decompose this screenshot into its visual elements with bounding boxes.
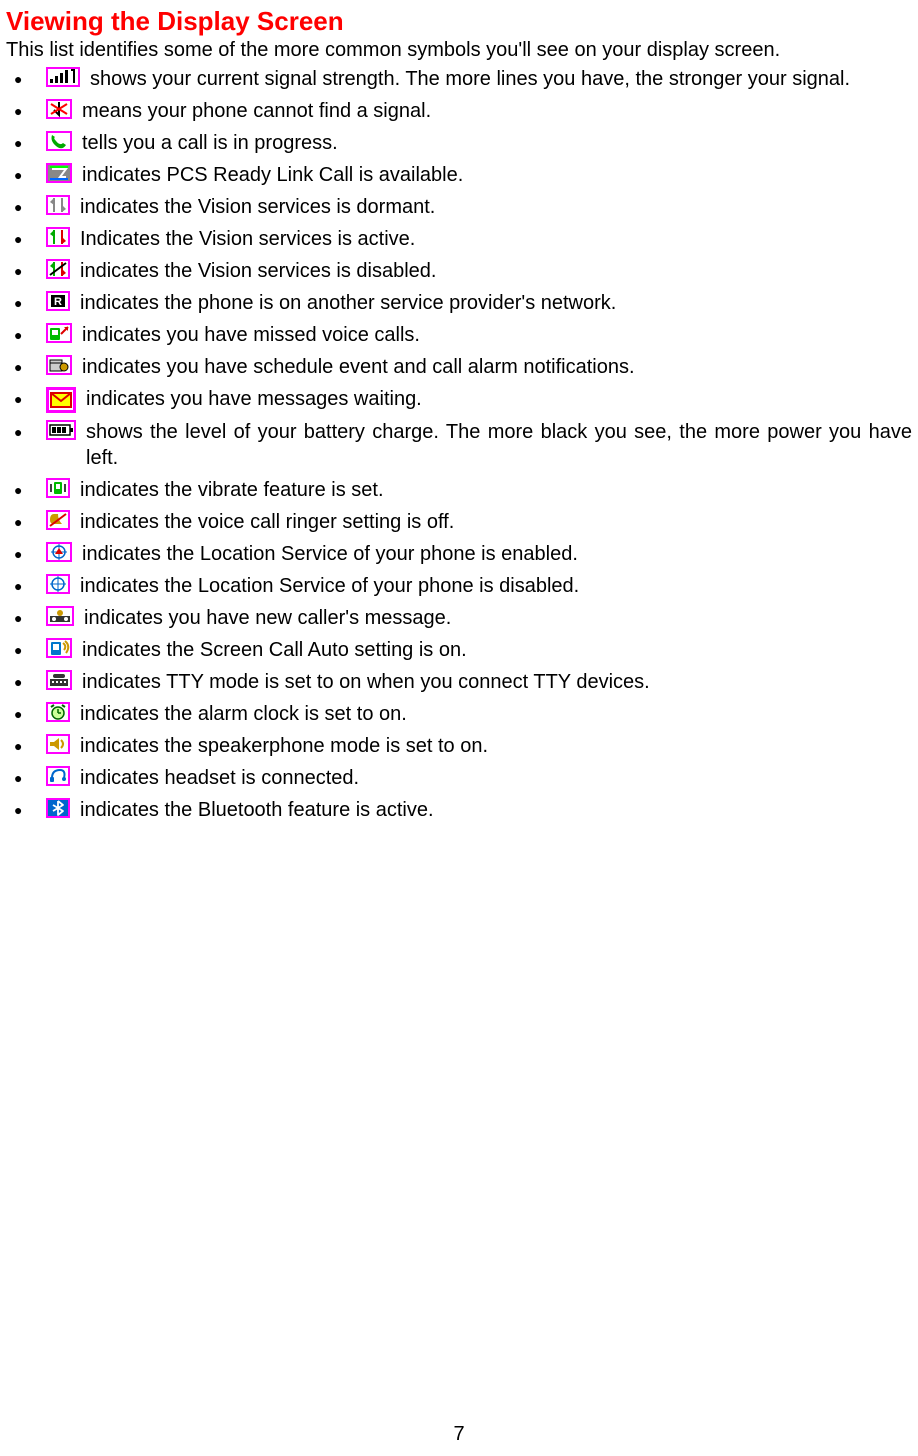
missed-call-icon bbox=[46, 323, 72, 343]
item-text: means your phone cannot find a signal. bbox=[82, 98, 912, 124]
bullet: ● bbox=[14, 194, 46, 216]
list-item: ● indicates the Location Service of your… bbox=[14, 573, 912, 599]
tty-icon bbox=[46, 670, 72, 690]
list-item: ● tells you a call is in progress. bbox=[14, 130, 912, 156]
list-item: ● indicates the Location Service of your… bbox=[14, 541, 912, 567]
bullet: ● bbox=[14, 354, 46, 376]
item-text: indicates TTY mode is set to on when you… bbox=[82, 669, 912, 695]
alarm-clock-icon bbox=[46, 702, 70, 722]
intro-text: This list identifies some of the more co… bbox=[6, 39, 912, 62]
call-in-progress-icon bbox=[46, 131, 72, 151]
bullet: ● bbox=[14, 322, 46, 344]
bullet: ● bbox=[14, 290, 46, 312]
item-text: indicates the vibrate feature is set. bbox=[80, 477, 912, 503]
battery-icon bbox=[46, 420, 76, 440]
item-text: indicates the alarm clock is set to on. bbox=[80, 701, 912, 727]
ringer-off-icon bbox=[46, 510, 70, 530]
item-text: tells you a call is in progress. bbox=[82, 130, 912, 156]
new-caller-message-icon bbox=[46, 606, 74, 626]
bullet: ● bbox=[14, 477, 46, 499]
bullet: ● bbox=[14, 765, 46, 787]
bullet: ● bbox=[14, 797, 46, 819]
schedule-alarm-icon bbox=[46, 355, 72, 375]
icon-description-list: ● shows your current signal strength. Th… bbox=[6, 66, 912, 823]
list-item: ● indicates you have messages waiting. bbox=[14, 386, 912, 413]
item-text: indicates you have new caller's message. bbox=[84, 605, 912, 631]
list-item: ● indicates you have new caller's messag… bbox=[14, 605, 912, 631]
roaming-icon: R bbox=[46, 291, 70, 311]
list-item: ● indicates the alarm clock is set to on… bbox=[14, 701, 912, 727]
item-text: indicates the Screen Call Auto setting i… bbox=[82, 637, 912, 663]
list-item: ● shows the level of your battery charge… bbox=[14, 419, 912, 471]
list-item: ● shows your current signal strength. Th… bbox=[14, 66, 912, 92]
bullet: ● bbox=[14, 98, 46, 120]
list-item: ● indicates the Vision services is disab… bbox=[14, 258, 912, 284]
bullet: ● bbox=[14, 509, 46, 531]
item-text: indicates the Bluetooth feature is activ… bbox=[80, 797, 912, 823]
item-text: indicates the voice call ringer setting … bbox=[80, 509, 912, 535]
list-item: ● R indicates the phone is on another se… bbox=[14, 290, 912, 316]
location-off-icon bbox=[46, 574, 70, 594]
item-text: indicates headset is connected. bbox=[80, 765, 912, 791]
list-item: ● indicates TTY mode is set to on when y… bbox=[14, 669, 912, 695]
no-signal-icon bbox=[46, 99, 72, 119]
bullet: ● bbox=[14, 605, 46, 627]
list-item: ● indicates the voice call ringer settin… bbox=[14, 509, 912, 535]
vision-active-icon bbox=[46, 227, 70, 247]
list-item: ● indicates the speakerphone mode is set… bbox=[14, 733, 912, 759]
item-text: indicates you have messages waiting. bbox=[86, 386, 912, 412]
list-item: ● means your phone cannot find a signal. bbox=[14, 98, 912, 124]
bluetooth-icon bbox=[46, 798, 70, 818]
item-text: indicates PCS Ready Link Call is availab… bbox=[82, 162, 912, 188]
bullet: ● bbox=[14, 637, 46, 659]
headset-icon bbox=[46, 766, 70, 786]
list-item: ● Indicates the Vision services is activ… bbox=[14, 226, 912, 252]
messages-waiting-icon bbox=[46, 387, 76, 413]
item-text: indicates the Vision services is dormant… bbox=[80, 194, 912, 220]
item-text: indicates you have schedule event and ca… bbox=[82, 354, 912, 380]
ready-link-icon bbox=[46, 163, 72, 183]
speakerphone-icon bbox=[46, 734, 70, 754]
bullet: ● bbox=[14, 419, 46, 441]
list-item: ● indicates the Bluetooth feature is act… bbox=[14, 797, 912, 823]
vision-disabled-icon bbox=[46, 259, 70, 279]
item-text: Indicates the Vision services is active. bbox=[80, 226, 912, 252]
bullet: ● bbox=[14, 669, 46, 691]
list-item: ● indicates the Screen Call Auto setting… bbox=[14, 637, 912, 663]
bullet: ● bbox=[14, 733, 46, 755]
page-title: Viewing the Display Screen bbox=[6, 6, 912, 37]
list-item: ● indicates you have schedule event and … bbox=[14, 354, 912, 380]
vibrate-icon bbox=[46, 478, 70, 498]
item-text: indicates the Location Service of your p… bbox=[80, 573, 912, 599]
item-text: indicates the Location Service of your p… bbox=[82, 541, 912, 567]
list-item: ● indicates the vibrate feature is set. bbox=[14, 477, 912, 503]
list-item: ● indicates the Vision services is dorma… bbox=[14, 194, 912, 220]
svg-text:R: R bbox=[54, 296, 62, 308]
item-text: indicates the Vision services is disable… bbox=[80, 258, 912, 284]
bullet: ● bbox=[14, 701, 46, 723]
item-text: indicates the speakerphone mode is set t… bbox=[80, 733, 912, 759]
item-text: indicates the phone is on another servic… bbox=[80, 290, 912, 316]
bullet: ● bbox=[14, 386, 46, 408]
item-text: indicates you have missed voice calls. bbox=[82, 322, 912, 348]
list-item: ● indicates headset is connected. bbox=[14, 765, 912, 791]
item-text: shows your current signal strength. The … bbox=[90, 66, 912, 92]
bullet: ● bbox=[14, 162, 46, 184]
vision-dormant-icon bbox=[46, 195, 70, 215]
bullet: ● bbox=[14, 226, 46, 248]
signal-strength-icon bbox=[46, 67, 80, 87]
location-on-icon bbox=[46, 542, 72, 562]
bullet: ● bbox=[14, 130, 46, 152]
bullet: ● bbox=[14, 541, 46, 563]
list-item: ● indicates you have missed voice calls. bbox=[14, 322, 912, 348]
bullet: ● bbox=[14, 258, 46, 280]
list-item: ● indicates PCS Ready Link Call is avail… bbox=[14, 162, 912, 188]
bullet: ● bbox=[14, 66, 46, 88]
item-text: shows the level of your battery charge. … bbox=[86, 419, 912, 471]
page-number: 7 bbox=[6, 1423, 912, 1456]
bullet: ● bbox=[14, 573, 46, 595]
screen-call-auto-icon bbox=[46, 638, 72, 658]
